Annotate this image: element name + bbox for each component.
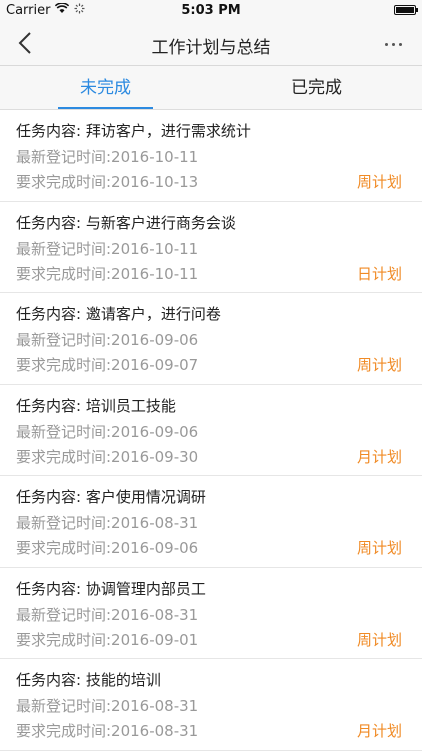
task-registered-time: 最新登记时间:2016-08-31 (16, 605, 199, 624)
navigation-bar: 工作计划与总结 (0, 22, 422, 66)
more-options-button[interactable] (378, 30, 408, 58)
task-due-time: 要求完成时间:2016-09-01 (16, 630, 199, 649)
battery-icon (394, 5, 418, 15)
task-due-time: 要求完成时间:2016-10-11 (16, 264, 199, 283)
more-dot-icon (391, 42, 395, 46)
page-title: 工作计划与总结 (151, 38, 271, 58)
tab-bar: 未完成 已完成 (0, 66, 422, 110)
task-content: 任务内容: 协调管理内部员工 (16, 579, 206, 598)
list-item[interactable]: 任务内容: 拜访客户，进行需求统计 最新登记时间:2016-10-11 要求完成… (0, 110, 422, 202)
task-content: 任务内容: 拜访客户，进行需求统计 (16, 122, 251, 140)
tab-completed[interactable]: 已完成 (211, 66, 422, 110)
task-registered-time: 最新登记时间:2016-08-31 (16, 514, 199, 532)
status-time: 5:03 PM (181, 3, 241, 18)
plan-type-label: 周计划 (356, 356, 402, 374)
list-item[interactable]: 任务内容: 邀请客户，进行问卷 最新登记时间:2016-09-06 要求完成时间… (0, 293, 422, 385)
task-due-time: 要求完成时间:2016-09-06 (16, 539, 199, 557)
task-registered-time: 最新登记时间:2016-10-11 (16, 148, 199, 166)
task-due-time: 要求完成时间:2016-09-07 (16, 356, 199, 374)
task-registered-time: 最新登记时间:2016-09-06 (16, 422, 199, 441)
task-due-time: 要求完成时间:2016-10-13 (16, 173, 199, 191)
more-dot-icon (384, 42, 388, 46)
plan-type-label: 周计划 (356, 630, 402, 649)
task-content: 任务内容: 与新客户进行商务会谈 (16, 213, 236, 232)
task-list: 任务内容: 拜访客户，进行需求统计 最新登记时间:2016-10-11 要求完成… (0, 110, 422, 751)
task-content: 任务内容: 技能的培训 (16, 671, 161, 689)
list-item[interactable]: 任务内容: 技能的培训 最新登记时间:2016-08-31 要求完成时间:201… (0, 659, 422, 751)
task-content: 任务内容: 培训员工技能 (16, 396, 176, 415)
task-due-time: 要求完成时间:2016-09-30 (16, 447, 199, 466)
list-item[interactable]: 任务内容: 与新客户进行商务会谈 最新登记时间:2016-10-11 要求完成时… (0, 202, 422, 293)
task-registered-time: 最新登记时间:2016-09-06 (16, 331, 199, 349)
list-item[interactable]: 任务内容: 协调管理内部员工 最新登记时间:2016-08-31 要求完成时间:… (0, 568, 422, 659)
more-dot-icon (398, 42, 402, 46)
active-tab-indicator (58, 107, 153, 109)
plan-type-label: 月计划 (356, 447, 402, 466)
task-registered-time: 最新登记时间:2016-10-11 (16, 239, 199, 258)
task-registered-time: 最新登记时间:2016-08-31 (16, 697, 199, 715)
task-due-time: 要求完成时间:2016-08-31 (16, 722, 199, 740)
task-content: 任务内容: 邀请客户，进行问卷 (16, 305, 221, 323)
plan-type-label: 周计划 (356, 539, 402, 557)
task-content: 任务内容: 客户使用情况调研 (16, 488, 206, 506)
tab-incomplete[interactable]: 未完成 (0, 66, 211, 110)
plan-type-label: 日计划 (356, 264, 402, 283)
plan-type-label: 月计划 (356, 722, 402, 740)
status-bar: Carrier 5:03 PM (0, 0, 422, 22)
list-item[interactable]: 任务内容: 培训员工技能 最新登记时间:2016-09-06 要求完成时间:20… (0, 385, 422, 476)
list-item[interactable]: 任务内容: 客户使用情况调研 最新登记时间:2016-08-31 要求完成时间:… (0, 476, 422, 568)
plan-type-label: 周计划 (356, 173, 402, 191)
